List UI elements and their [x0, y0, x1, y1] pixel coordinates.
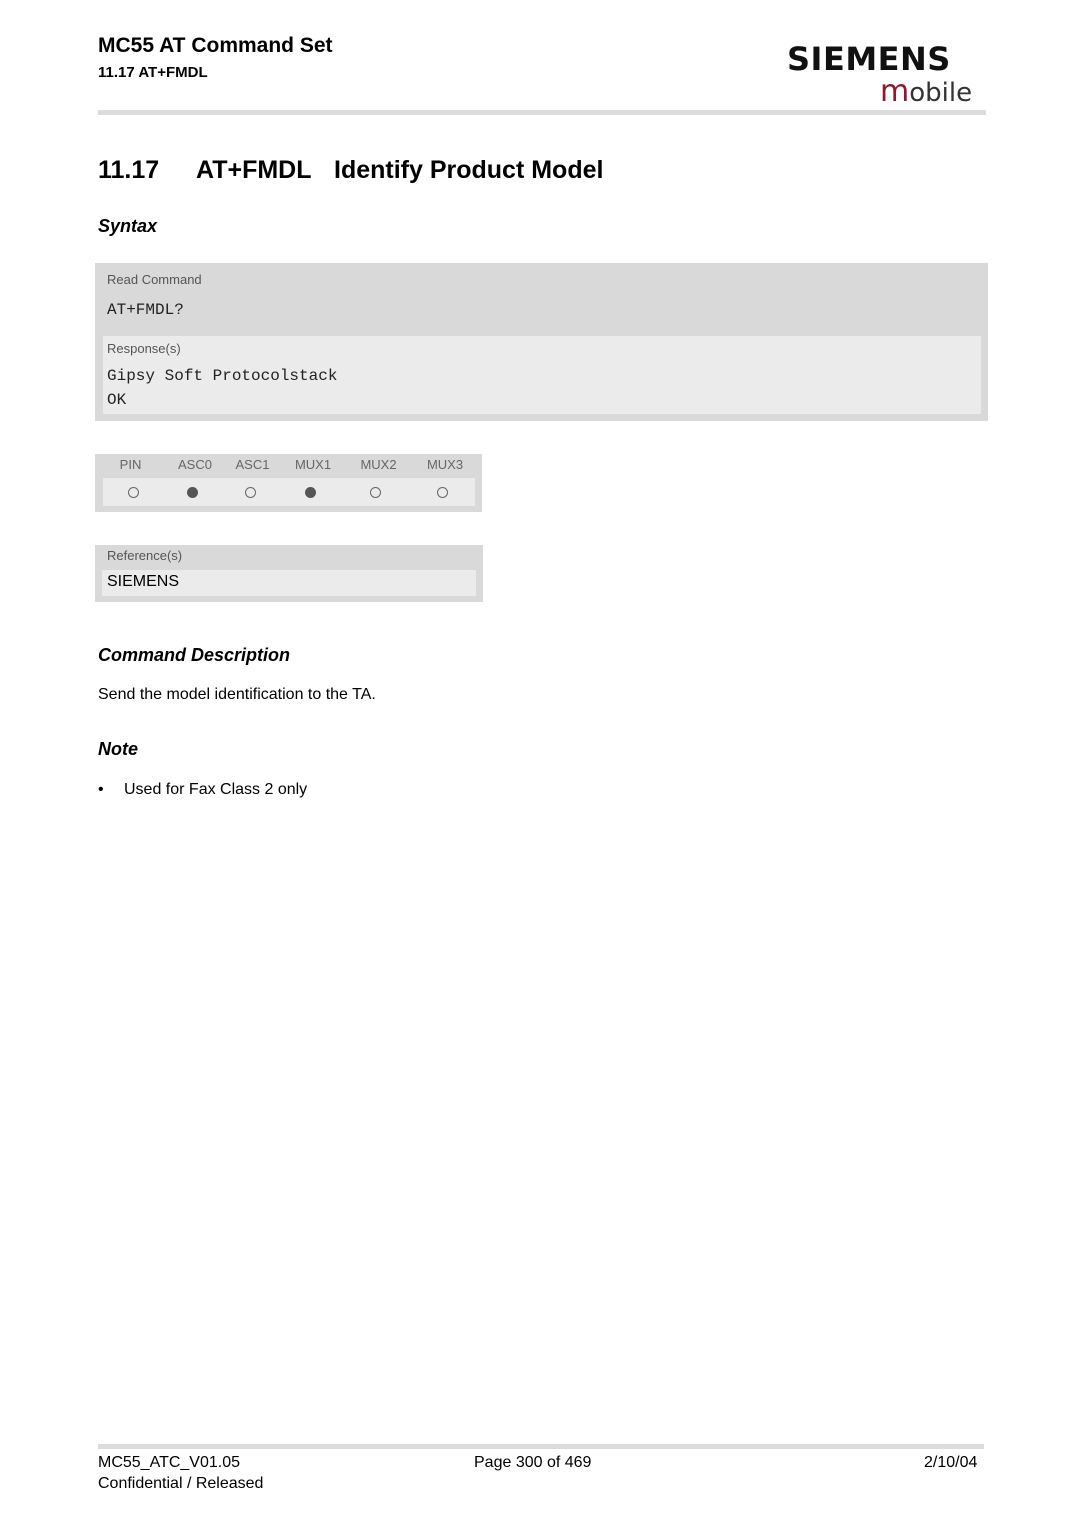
footer-page-number: Page 300 of 469	[474, 1454, 592, 1471]
interface-column-header: MUX3	[426, 457, 464, 472]
read-command-label: Read Command	[107, 272, 202, 287]
filled-circle-icon	[304, 486, 316, 498]
command-description-heading: Command Description	[98, 645, 291, 665]
note-text: Used for Fax Class 2 only	[124, 781, 308, 798]
interface-column-header: MUX2	[360, 457, 397, 472]
header-divider	[98, 110, 986, 115]
references-label: Reference(s)	[107, 548, 183, 563]
interface-support-cell	[279, 478, 343, 506]
empty-circle-icon	[244, 486, 256, 498]
empty-circle-icon	[370, 486, 382, 498]
read-command: AT+FMDL?	[107, 301, 184, 319]
responses-label: Response(s)	[107, 341, 181, 356]
siemens-mobile-logo: SIEMENS mobile	[787, 40, 987, 110]
section-number: 11.17	[98, 156, 160, 184]
response-line: OK	[107, 391, 127, 409]
empty-circle-icon	[436, 486, 448, 498]
note-list-item: • Used for Fax Class 2 only	[98, 781, 307, 799]
interface-column-header: ASC1	[235, 457, 270, 472]
bullet-icon: •	[98, 781, 104, 798]
command-description-text: Send the model identification to the TA.	[98, 686, 376, 703]
section-title: Identify Product Model	[334, 156, 604, 184]
syntax-table: Read Command AT+FMDL? Response(s) Gipsy …	[95, 263, 988, 421]
interface-support-cell	[222, 478, 279, 506]
logo-mobile-rest: obile	[909, 78, 973, 108]
references-panel: SIEMENS	[102, 570, 476, 596]
interface-support-cell	[164, 478, 222, 506]
reference-value: SIEMENS	[107, 573, 180, 590]
logo-brand: SIEMENS	[787, 40, 951, 78]
note-heading: Note	[98, 739, 138, 759]
interface-support-cell	[103, 478, 164, 506]
section-heading: 11.17 AT+FMDL Identify Product Model	[98, 156, 603, 185]
interface-column-header: PIN	[119, 457, 142, 472]
footer-divider	[98, 1444, 984, 1449]
footer-doc-id: MC55_ATC_V01.05	[98, 1454, 240, 1471]
interface-support-table: PIN ASC0 ASC1 MUX1 MUX2 MUX3	[95, 454, 482, 512]
interface-column-header: MUX1	[294, 457, 332, 472]
response-line: Gipsy Soft Protocolstack	[107, 367, 338, 385]
empty-circle-icon	[127, 486, 139, 498]
interface-header-row: PIN ASC0 ASC1 MUX1 MUX2 MUX3	[95, 454, 482, 476]
responses-panel: Response(s) Gipsy Soft Protocolstack OK	[103, 336, 981, 414]
interface-support-cell	[409, 478, 475, 506]
logo-mobile-initial: m	[880, 74, 910, 109]
document-title: MC55 AT Command Set	[98, 34, 333, 57]
references-table: Reference(s) SIEMENS	[95, 545, 483, 602]
filled-circle-icon	[187, 486, 199, 498]
footer-date: 2/10/04	[924, 1454, 978, 1471]
syntax-heading: Syntax	[98, 216, 158, 236]
interface-support-cell	[342, 478, 409, 506]
section-command: AT+FMDL	[196, 156, 312, 184]
section-reference: 11.17 AT+FMDL	[98, 64, 208, 81]
footer-classification: Confidential / Released	[98, 1475, 264, 1492]
interface-column-header: ASC0	[178, 457, 212, 472]
interface-support-row	[103, 478, 475, 506]
logo-mobile: mobile	[880, 74, 972, 109]
